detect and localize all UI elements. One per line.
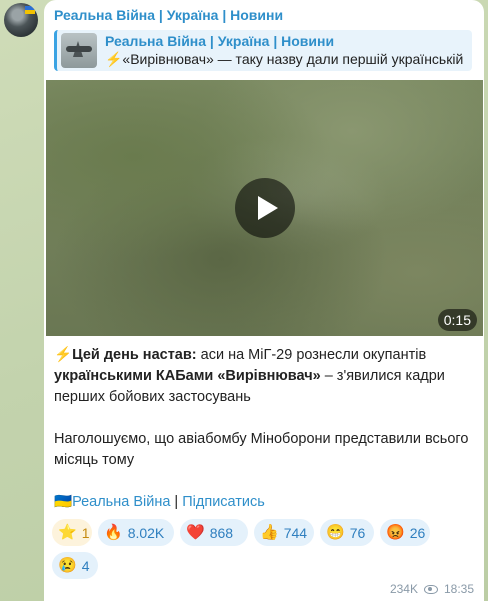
reaction-crying[interactable]: 😢 4	[52, 552, 98, 579]
video-duration: 0:15	[437, 309, 477, 331]
message-text: ⚡Цей день настав: аси на МіГ-29 рознесли…	[54, 345, 474, 513]
crying-icon: 😢	[58, 557, 77, 574]
video-player[interactable]: 0:15	[46, 80, 483, 336]
reaction-count: 26	[409, 524, 426, 541]
angry-icon: 😡	[386, 524, 405, 541]
heart-icon: ❤️	[186, 524, 205, 541]
lightning-icon: ⚡	[54, 347, 73, 363]
reaction-count: 1	[81, 524, 90, 541]
star-icon: ⭐	[58, 524, 77, 541]
message-footer: 🇺🇦Реальна Війна | Підписатись	[54, 492, 474, 513]
reply-text: ⚡️«Вирівнювач» — таку назву дали першій …	[105, 51, 464, 67]
message-paragraph-2: Наголошуємо, що авіабомбу Міноборони пре…	[54, 431, 469, 468]
subscribe-link[interactable]: Підписатись	[182, 494, 265, 510]
message-lead-bold: Цей день настав:	[72, 347, 197, 363]
play-button-icon[interactable]	[235, 178, 295, 238]
footer-separator: |	[170, 494, 183, 510]
view-count: 234K	[389, 582, 418, 596]
reply-title: Реальна Війна | Україна | Новини	[105, 33, 335, 49]
reaction-count: 76	[349, 524, 366, 541]
reaction-angry[interactable]: 😡 26	[380, 519, 430, 546]
reaction-count: 868	[209, 524, 234, 541]
message-paragraph-1: ⚡Цей день настав: аси на МіГ-29 рознесли…	[54, 345, 474, 408]
message-meta: 234K 18:35	[390, 582, 474, 596]
reaction-count: 744	[283, 524, 308, 541]
thumbs-up-icon: 👍	[260, 524, 279, 541]
ukraine-flag-icon: 🇺🇦	[54, 494, 73, 510]
reaction-heart[interactable]: ❤️ 868	[180, 519, 248, 546]
reaction-count: 4	[81, 557, 90, 574]
channel-avatar[interactable]	[4, 3, 38, 37]
reaction-thumbs-up[interactable]: 👍 744	[254, 519, 314, 546]
message-time: 18:35	[443, 582, 474, 596]
grin-icon: 😁	[326, 524, 345, 541]
ukraine-flag-icon	[25, 6, 35, 14]
reply-thumbnail	[61, 33, 97, 68]
reaction-count: 8.02K	[127, 524, 165, 541]
reply-preview[interactable]: Реальна Війна | Україна | Новини ⚡️«Вирі…	[54, 30, 472, 71]
sender-name[interactable]: Реальна Війна | Україна | Новини	[54, 7, 283, 23]
message-bold-2: українськими КАБами «Вирівнювач»	[54, 368, 321, 384]
reaction-fire[interactable]: 🔥 8.02K	[98, 519, 174, 546]
reaction-star[interactable]: ⭐ 1	[52, 519, 92, 546]
fire-icon: 🔥	[104, 524, 123, 541]
message-bubble: Реальна Війна | Україна | Новини Реальна…	[44, 0, 484, 601]
reaction-grin[interactable]: 😁 76	[320, 519, 374, 546]
message-lead-rest: аси на МіГ-29 рознесли окупантів	[196, 347, 427, 363]
channel-link[interactable]: Реальна Війна	[72, 494, 170, 510]
eye-icon	[423, 584, 438, 594]
